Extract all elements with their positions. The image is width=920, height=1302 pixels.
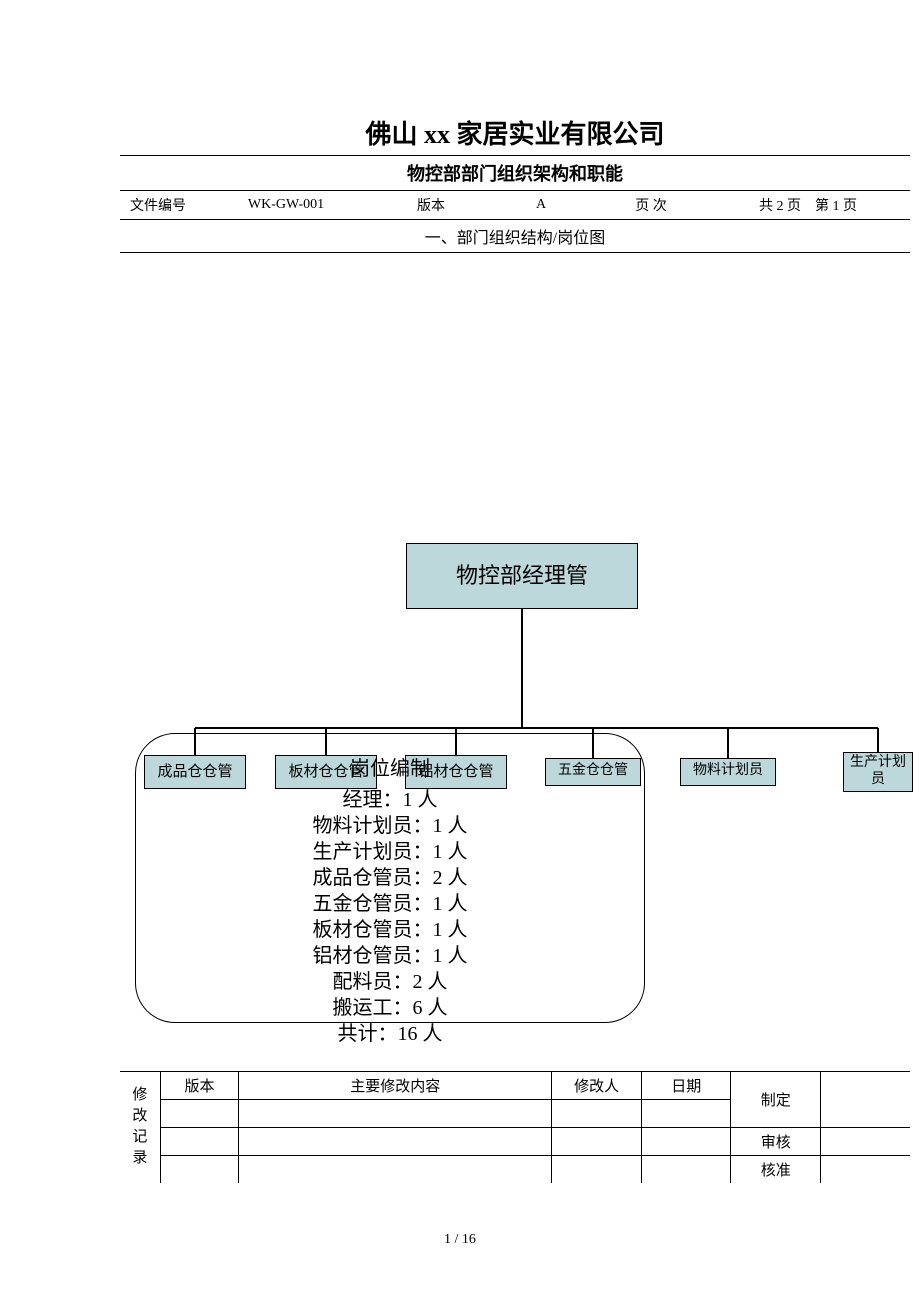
- staffing-line-8: 搬运工：6 人: [166, 995, 614, 1021]
- col-modifier: 修改人: [552, 1071, 642, 1099]
- col-version: 版本: [160, 1071, 238, 1099]
- rev-r1-content: [239, 1099, 552, 1127]
- staffing-line-5: 板材仓管员：1 人: [166, 917, 614, 943]
- document-page: 佛山 xx 家居实业有限公司 物控部部门组织架构和职能 文件编号 WK-GW-0…: [120, 110, 910, 1183]
- col-date: 日期: [641, 1071, 731, 1099]
- staffing-line-2: 生产计划员：1 人: [166, 839, 614, 865]
- doc-subtitle: 物控部部门组织架构和职能: [120, 156, 910, 191]
- rev-r2-date: [641, 1127, 731, 1155]
- revision-table: 修改记录 版本 主要修改内容 修改人 日期 制定 审核: [120, 1071, 910, 1184]
- rev-r1-modifier: [552, 1099, 642, 1127]
- staffing-line-4: 五金仓管员：1 人: [166, 891, 614, 917]
- org-child-5: 物料计划员: [680, 758, 776, 786]
- rev-r1-version: [160, 1099, 238, 1127]
- col-approve2-val: [820, 1127, 910, 1155]
- version-label: 版本: [376, 191, 486, 220]
- section-title: 一、部门组织结构/岗位图: [120, 220, 910, 253]
- col-approve3-val: [820, 1155, 910, 1183]
- staffing-line-9: 共计：16 人: [166, 1021, 614, 1047]
- staffing-line-0: 经理：1 人: [166, 787, 614, 813]
- staffing-line-3: 成品仓管员：2 人: [166, 865, 614, 891]
- col-content: 主要修改内容: [239, 1071, 552, 1099]
- staffing-title: 岗位编制: [166, 752, 614, 781]
- page-number: 1 / 16: [0, 1232, 920, 1248]
- page-label: 页 次: [596, 191, 706, 220]
- meta-row: 文件编号 WK-GW-001 版本 A 页 次 共 2 页 第 1 页: [120, 191, 910, 220]
- revision-label: 修改记录: [120, 1085, 160, 1169]
- rev-r3-date: [641, 1155, 731, 1183]
- header-table: 佛山 xx 家居实业有限公司 物控部部门组织架构和职能 文件编号 WK-GW-0…: [120, 110, 910, 1053]
- col-approve2: 审核: [731, 1127, 821, 1155]
- rev-r2-content: [239, 1127, 552, 1155]
- doc-no-value: WK-GW-001: [196, 191, 376, 220]
- staffing-line-6: 铝材仓管员：1 人: [166, 943, 614, 969]
- staffing-line-7: 配料员：2 人: [166, 969, 614, 995]
- rev-r2-modifier: [552, 1127, 642, 1155]
- col-approve1-val: [820, 1071, 910, 1127]
- rev-r3-version: [160, 1155, 238, 1183]
- staffing-line-1: 物料计划员：1 人: [166, 813, 614, 839]
- rev-r2-version: [160, 1127, 238, 1155]
- org-root: 物控部经理管: [406, 543, 638, 609]
- company-title: 佛山 xx 家居实业有限公司: [120, 110, 910, 156]
- page-info: 共 2 页 第 1 页: [706, 191, 910, 220]
- rev-r1-date: [641, 1099, 731, 1127]
- staffing-box: 岗位编制 经理：1 人 物料计划员：1 人 生产计划员：1 人 成品仓管员：2 …: [135, 733, 645, 1023]
- doc-no-label: 文件编号: [120, 191, 196, 220]
- col-approve1: 制定: [731, 1071, 821, 1127]
- version-value: A: [486, 191, 596, 220]
- col-approve3: 核准: [731, 1155, 821, 1183]
- rev-r3-content: [239, 1155, 552, 1183]
- org-child-6: 生产计划员: [843, 752, 913, 792]
- rev-r3-modifier: [552, 1155, 642, 1183]
- body-area: 物控部经理管 成品仓仓管 板材仓仓管 铝材仓仓管 五金仓仓管 物料计划员 生产计…: [120, 253, 910, 1053]
